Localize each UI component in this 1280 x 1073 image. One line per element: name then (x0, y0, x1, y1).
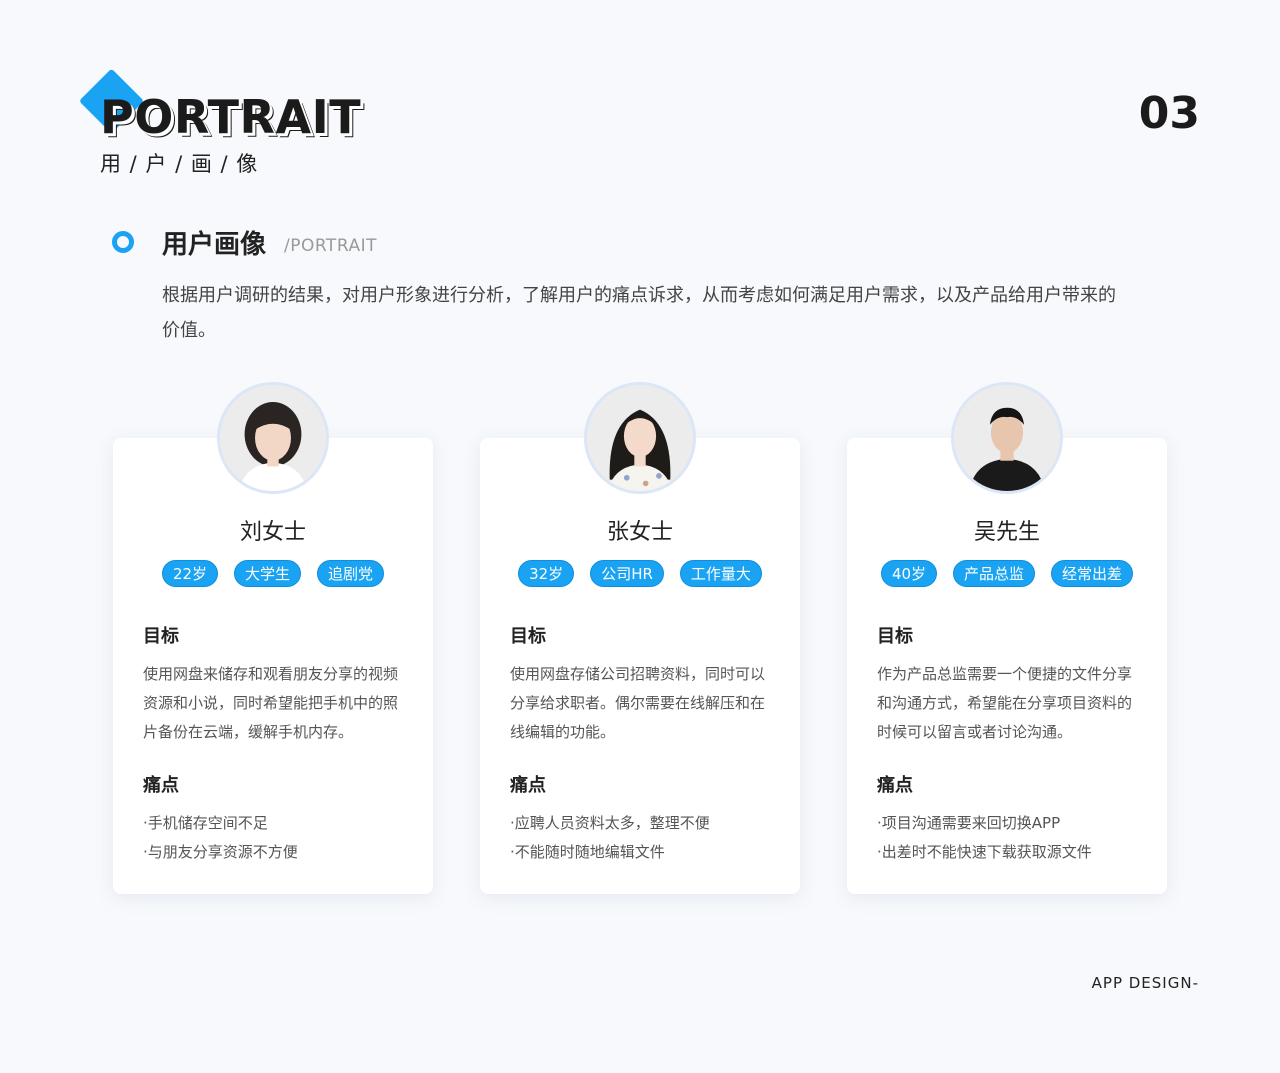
persona-tags: 32岁 公司HR 工作量大 (480, 560, 800, 587)
goal-title: 目标 (877, 626, 913, 647)
goal-title: 目标 (143, 626, 179, 647)
pain-title: 痛点 (510, 775, 546, 796)
section-title: 用户画像 (162, 230, 267, 260)
goal-block: 目标 使用网盘来储存和观看朋友分享的视频资源和小说，同时希望能把手机中的照片备份… (143, 622, 407, 747)
goal-title: 目标 (510, 626, 546, 647)
goal-text: 作为产品总监需要一个便捷的文件分享和沟通方式，希望能在分享项目资料的时候可以留言… (877, 665, 1133, 741)
brand-subtitle: 用 / 户 / 画 / 像 (100, 152, 259, 176)
brand-word: PORTRAIT (100, 90, 362, 144)
persona-tag: 公司HR (590, 560, 664, 587)
pain-item: ·手机储存空间不足 (143, 814, 268, 832)
male-avatar-icon (954, 385, 1060, 491)
footer-label: APP DESIGN- (1091, 974, 1199, 992)
pain-item: ·项目沟通需要来回切换APP (877, 814, 1061, 832)
pain-title: 痛点 (877, 775, 913, 796)
avatar (217, 382, 329, 494)
brand-logo: PORTRAIT 用 / 户 / 画 / 像 (78, 68, 380, 178)
pain-item: ·应聘人员资料太多，整理不便 (510, 814, 710, 832)
persona-card: 吴先生 40岁 产品总监 经常出差 目标 作为产品总监需要一个便捷的文件分享和沟… (847, 382, 1167, 894)
section-circle-icon (112, 231, 134, 253)
persona-tag: 大学生 (234, 560, 302, 587)
female-avatar-icon (220, 385, 326, 491)
persona-tag: 32岁 (518, 560, 575, 587)
goal-block: 目标 使用网盘存储公司招聘资料，同时可以分享给求职者。偶尔需要在线解压和在线编辑… (510, 622, 774, 747)
pain-block: 痛点 ·应聘人员资料太多，整理不便 ·不能随时随地编辑文件 (510, 771, 774, 867)
persona-name: 张女士 (606, 520, 673, 545)
persona-card: 张女士 32岁 公司HR 工作量大 目标 使用网盘存储公司招聘资料，同时可以分享… (480, 382, 800, 894)
goal-text: 使用网盘存储公司招聘资料，同时可以分享给求职者。偶尔需要在线解压和在线编辑的功能… (510, 665, 766, 741)
persona-tag: 工作量大 (679, 560, 762, 587)
section-subtitle: /PORTRAIT (284, 236, 377, 256)
pain-block: 痛点 ·手机储存空间不足 ·与朋友分享资源不方便 (143, 771, 407, 867)
avatar (584, 382, 696, 494)
pain-item: ·出差时不能快速下载获取源文件 (877, 843, 1092, 861)
persona-tags: 40岁 产品总监 经常出差 (847, 560, 1167, 587)
persona-tag: 经常出差 (1051, 560, 1134, 587)
persona-tags: 22岁 大学生 追剧党 (113, 560, 433, 587)
female-avatar-icon (587, 385, 693, 491)
pain-item: ·与朋友分享资源不方便 (143, 843, 298, 861)
persona-tag: 追剧党 (317, 560, 385, 587)
goal-block: 目标 作为产品总监需要一个便捷的文件分享和沟通方式，希望能在分享项目资料的时候可… (877, 622, 1141, 747)
section-intro: 根据用户调研的结果，对用户形象进行分析，了解用户的痛点诉求，从而考虑如何满足用户… (162, 285, 1116, 341)
persona-card: 刘女士 22岁 大学生 追剧党 目标 使用网盘来储存和观看朋友分享的视频资源和小… (113, 382, 433, 894)
persona-name: 刘女士 (239, 520, 306, 545)
pain-title: 痛点 (143, 775, 179, 796)
persona-tag: 40岁 (880, 560, 938, 587)
avatar (951, 382, 1063, 494)
page-number: 03 (1138, 88, 1200, 139)
goal-text: 使用网盘来储存和观看朋友分享的视频资源和小说，同时希望能把手机中的照片备份在云端… (143, 665, 399, 741)
pain-item: ·不能随时随地编辑文件 (510, 843, 665, 861)
persona-name: 吴先生 (973, 520, 1040, 545)
pain-block: 痛点 ·项目沟通需要来回切换APP ·出差时不能快速下载获取源文件 (877, 771, 1141, 867)
persona-tag: 22岁 (161, 560, 219, 587)
persona-tag: 产品总监 (953, 560, 1036, 587)
